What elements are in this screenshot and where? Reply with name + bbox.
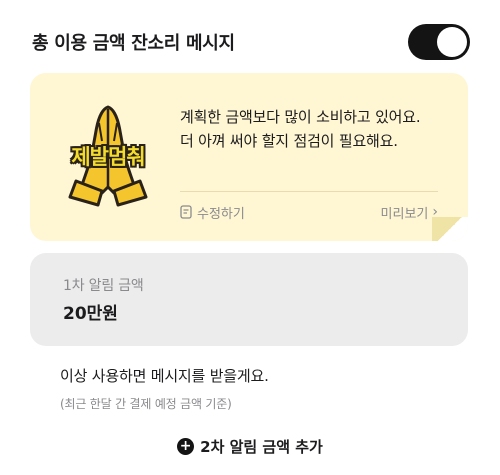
preview-label: 미리보기 bbox=[380, 206, 429, 222]
note-main: 이상 사용하면 메시지를 받을게요. bbox=[60, 367, 269, 385]
sticker-text: 제발멈춰 bbox=[71, 145, 145, 169]
divider bbox=[180, 191, 438, 192]
preview-button[interactable]: 미리보기 › bbox=[381, 203, 438, 222]
edit-label: 수정하기 bbox=[197, 206, 245, 222]
header: 총 이용 금액 잔소리 메시지 bbox=[32, 22, 470, 62]
amount-label: 1차 알림 금액 bbox=[63, 278, 144, 294]
amount-card[interactable]: 1차 알림 금액 20만원 bbox=[30, 253, 468, 346]
message-toggle[interactable] bbox=[408, 24, 470, 60]
praying-hands-sticker-icon: 제발멈춰 bbox=[52, 101, 164, 211]
message-actions: 수정하기 미리보기 › bbox=[180, 201, 438, 223]
toggle-knob bbox=[437, 27, 467, 57]
message-card: 제발멈춰 계획한 금액보다 많이 소비하고 있어요. 더 아껴 써야 할지 점검… bbox=[30, 73, 468, 241]
plus-circle-icon: + bbox=[177, 437, 195, 455]
edit-icon bbox=[180, 205, 192, 219]
page-title: 총 이용 금액 잔소리 메시지 bbox=[32, 33, 235, 54]
add-button-label: 2차 알림 금액 추가 bbox=[200, 437, 323, 456]
add-second-alert-button[interactable]: + 2차 알림 금액 추가 bbox=[0, 433, 500, 459]
amount-value: 20만원 bbox=[63, 304, 118, 324]
note-sub: (최근 한달 간 결제 예정 금액 기준) bbox=[60, 397, 232, 411]
message-line-1: 계획한 금액보다 많이 소비하고 있어요. bbox=[180, 108, 421, 126]
edit-button[interactable]: 수정하기 bbox=[180, 203, 245, 222]
message-text: 계획한 금액보다 많이 소비하고 있어요. 더 아껴 써야 할지 점검이 필요해… bbox=[180, 105, 452, 153]
page-fold-corner bbox=[432, 217, 468, 241]
message-line-2: 더 아껴 써야 할지 점검이 필요해요. bbox=[180, 132, 398, 150]
